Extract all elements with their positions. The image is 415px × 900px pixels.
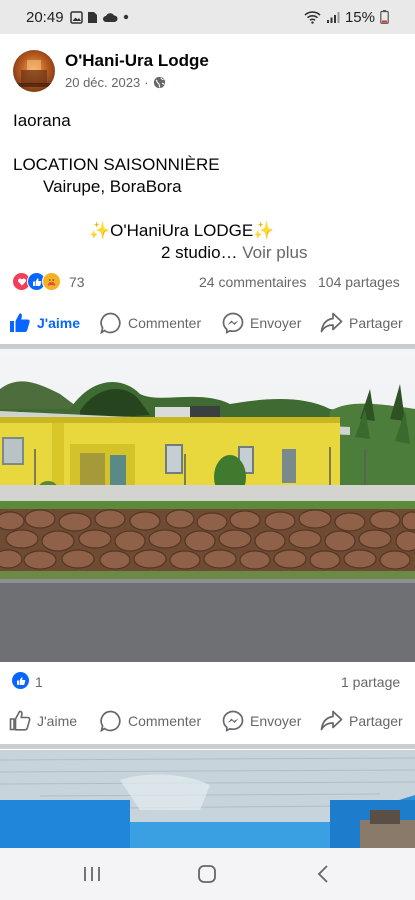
wifi-icon [304, 11, 321, 24]
comment-button[interactable]: Commenter [100, 312, 201, 334]
post-meta: 20 déc. 2023 · [65, 75, 166, 90]
shares-count[interactable]: 1 partage [341, 674, 400, 690]
post-photo[interactable] [0, 349, 415, 662]
status-bar: 20:49 15% [0, 0, 415, 34]
send-button[interactable]: Envoyer [222, 710, 301, 732]
system-nav-bar [0, 848, 415, 900]
comment-icon [100, 710, 121, 732]
cloud-icon [102, 12, 118, 22]
post-text-truncated: 2 studio… [161, 243, 238, 262]
globe-icon [153, 76, 165, 89]
comments-count[interactable]: 24 commentaires [199, 274, 306, 290]
comment-icon [100, 312, 121, 334]
like-button[interactable]: J'aime [9, 312, 80, 333]
messenger-icon [222, 710, 244, 732]
home-icon[interactable] [197, 864, 217, 884]
signal-icon [326, 11, 340, 23]
battery-icon [380, 10, 389, 24]
care-reaction-icon [42, 272, 61, 291]
comment-label: Commenter [128, 713, 202, 729]
share-icon [320, 710, 343, 731]
post-text-line: Iaorana [13, 111, 71, 130]
like-label: J'aime [37, 712, 78, 729]
reaction-icons [12, 272, 61, 291]
feed-separator [0, 744, 415, 749]
shares-count[interactable]: 104 partages [318, 274, 400, 290]
post2-action-bar: J'aime Commenter Envoyer Partager [0, 700, 415, 740]
status-time: 20:49 [26, 8, 64, 26]
post-date[interactable]: 20 déc. 2023 [65, 75, 140, 90]
share-label: Partager [349, 314, 403, 331]
send-button[interactable]: Envoyer [222, 312, 301, 334]
share-button[interactable]: Partager [320, 710, 403, 731]
post-text-line: ✨O'HaniUra LODGE✨ [89, 221, 275, 240]
page-avatar[interactable] [13, 50, 55, 92]
see-more-link[interactable]: Voir plus [242, 243, 307, 262]
status-right: 15% [304, 9, 389, 26]
sim-icon [87, 11, 97, 23]
post-text-line: 2 studio… Voir plus [161, 242, 307, 264]
like-button[interactable]: J'aime [9, 710, 77, 731]
comment-label: Commenter [128, 315, 202, 331]
post-text-line: Vairupe, BoraBora [43, 177, 182, 196]
comment-button[interactable]: Commenter [100, 710, 201, 732]
thumbs-up-filled-icon [10, 313, 30, 332]
post-author[interactable]: O'Hani-Ura Lodge [65, 51, 209, 71]
post2-reactions-summary[interactable]: 1 1 partage [0, 666, 415, 696]
post-text-line: LOCATION SAISONNIÈRE [13, 155, 220, 174]
post-header: O'Hani-Ura Lodge 20 déc. 2023 · [0, 34, 415, 98]
post-action-bar: J'aime Commenter Envoyer Partager [0, 302, 415, 342]
dot-icon [123, 14, 128, 20]
recent-apps-icon[interactable] [82, 865, 102, 883]
share-button[interactable]: Partager [320, 312, 403, 333]
meta-dot: · [144, 75, 149, 90]
thumbs-up-icon [9, 710, 31, 731]
gallery-icon [69, 10, 83, 24]
back-icon[interactable] [316, 864, 330, 884]
share-label: Partager [349, 712, 403, 729]
send-label: Envoyer [250, 713, 302, 729]
status-notification-icons [69, 10, 130, 24]
like-reaction-icon [12, 672, 29, 689]
share-icon [320, 312, 343, 333]
battery-percent: 15% [344, 8, 375, 26]
like-label: J'aime [37, 314, 81, 331]
reaction-count: 1 [35, 674, 43, 690]
post-photo[interactable] [0, 750, 415, 848]
reaction-count: 73 [69, 274, 85, 290]
send-label: Envoyer [250, 315, 302, 331]
messenger-icon [222, 312, 244, 334]
reactions-summary[interactable]: 73 24 commentaires 104 partages [0, 266, 415, 296]
